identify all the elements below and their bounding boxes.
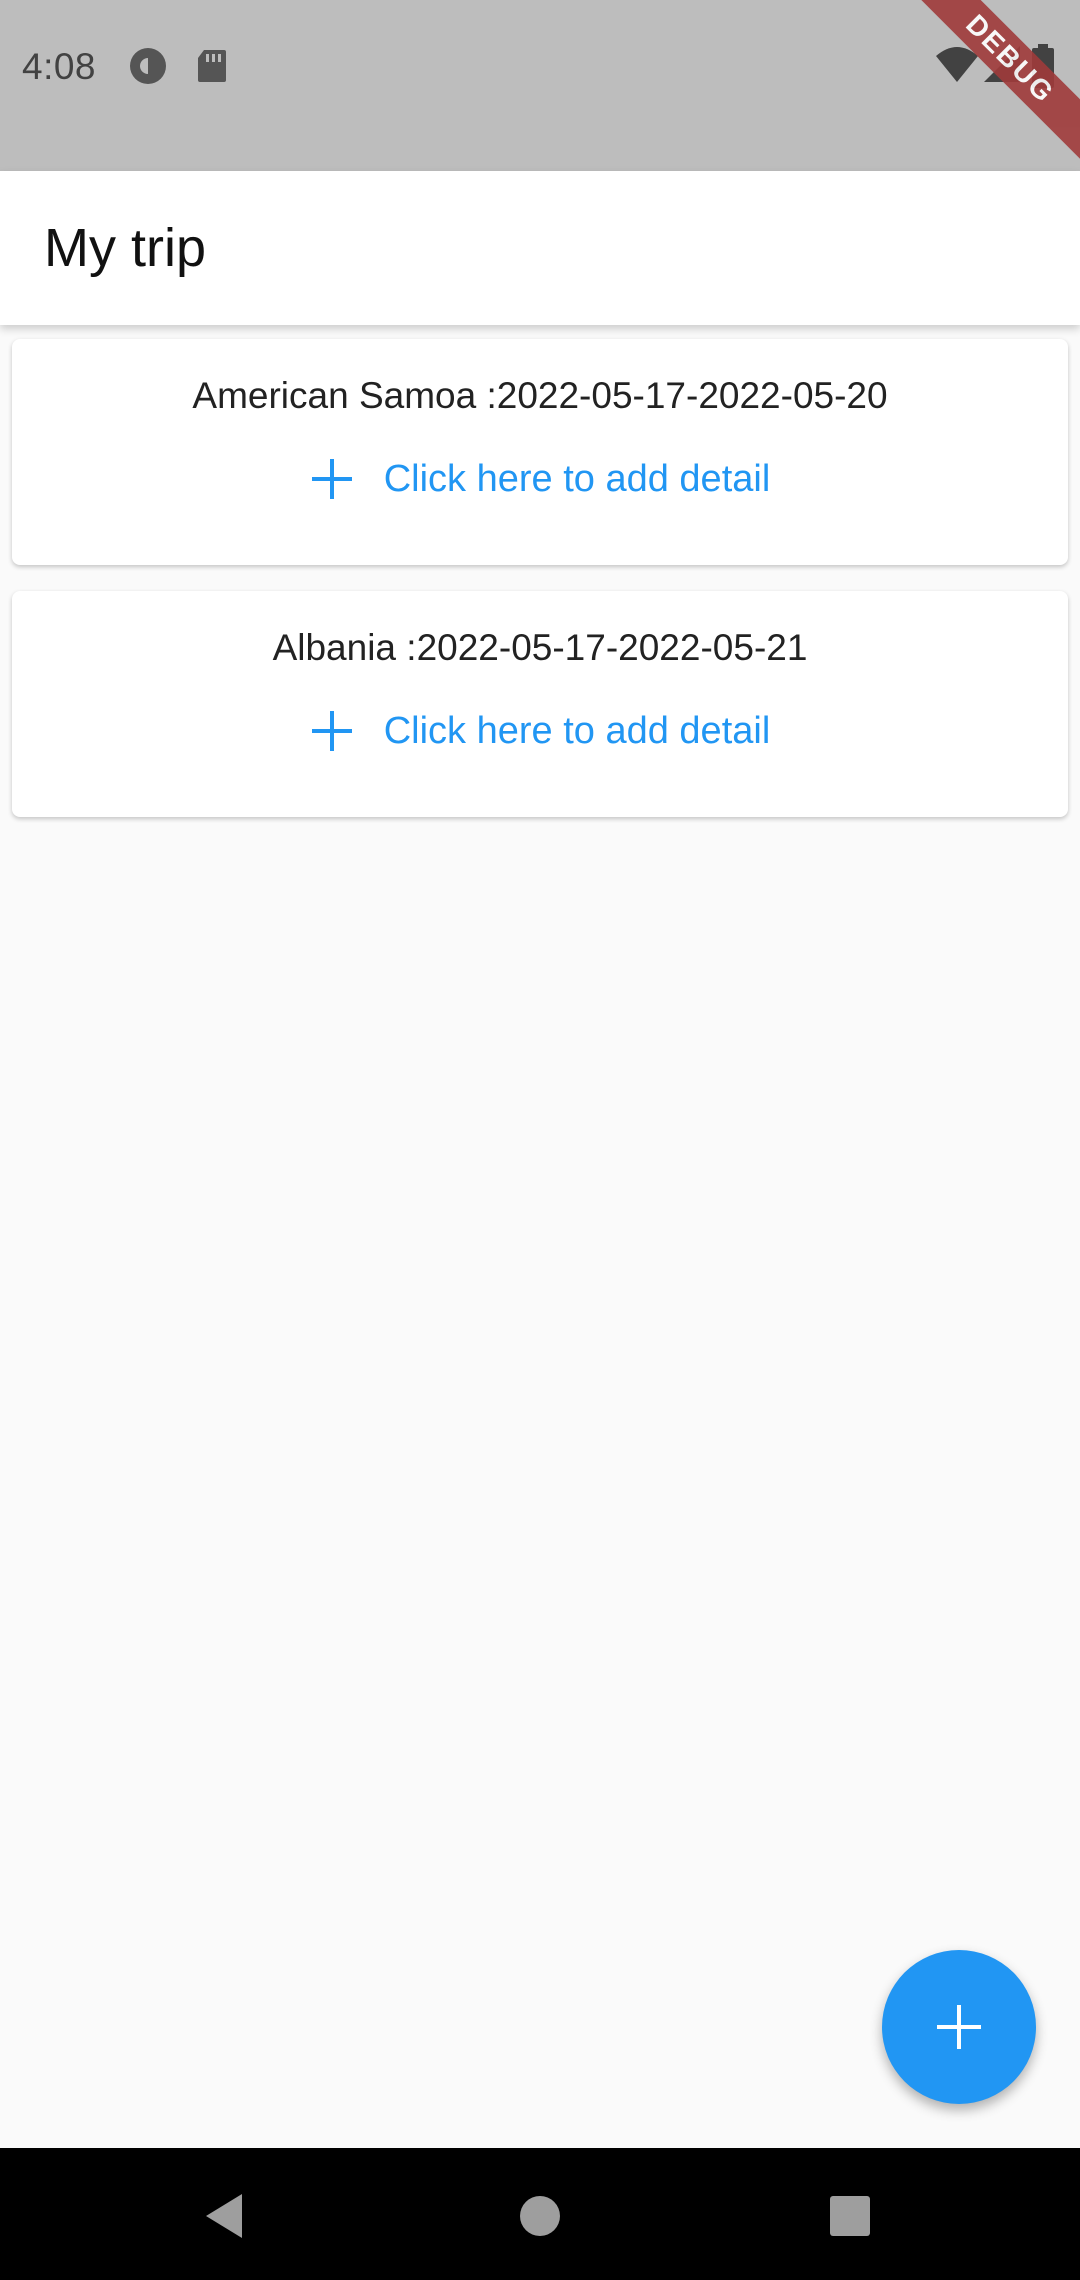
trip-card: Albania :2022-05-17-2022-05-21 Click her… xyxy=(12,591,1068,817)
cast-icon xyxy=(130,48,166,84)
screen: 4:08 DEBUG My trip American Samoa:2022-… xyxy=(0,0,1080,2280)
add-detail-label: Click here to add detail xyxy=(383,457,771,500)
add-detail-button[interactable]: Click here to add detail xyxy=(12,457,1068,501)
status-bar: 4:08 DEBUG xyxy=(0,0,1080,171)
add-detail-label: Click here to add detail xyxy=(383,709,771,752)
trip-title: American Samoa :2022-05-17-2022-05-20 xyxy=(192,375,888,416)
nav-bar xyxy=(0,2148,1080,2280)
recents-icon[interactable] xyxy=(822,2188,878,2244)
page-title: My trip xyxy=(44,218,206,278)
app-bar: My trip xyxy=(0,171,1080,325)
plus-icon xyxy=(311,459,352,499)
plus-icon xyxy=(937,2005,981,2049)
home-icon[interactable] xyxy=(512,2188,568,2244)
add-detail-button[interactable]: Click here to add detail xyxy=(12,709,1068,753)
add-trip-fab[interactable] xyxy=(882,1950,1036,2104)
status-time: 4:08 xyxy=(22,46,97,87)
plus-icon xyxy=(311,711,352,751)
trip-card: American Samoa :2022-05-17-2022-05-20 Cl… xyxy=(12,339,1068,565)
back-icon[interactable] xyxy=(198,2188,254,2244)
sd-card-icon xyxy=(198,50,226,82)
trip-title: Albania :2022-05-17-2022-05-21 xyxy=(272,627,808,668)
